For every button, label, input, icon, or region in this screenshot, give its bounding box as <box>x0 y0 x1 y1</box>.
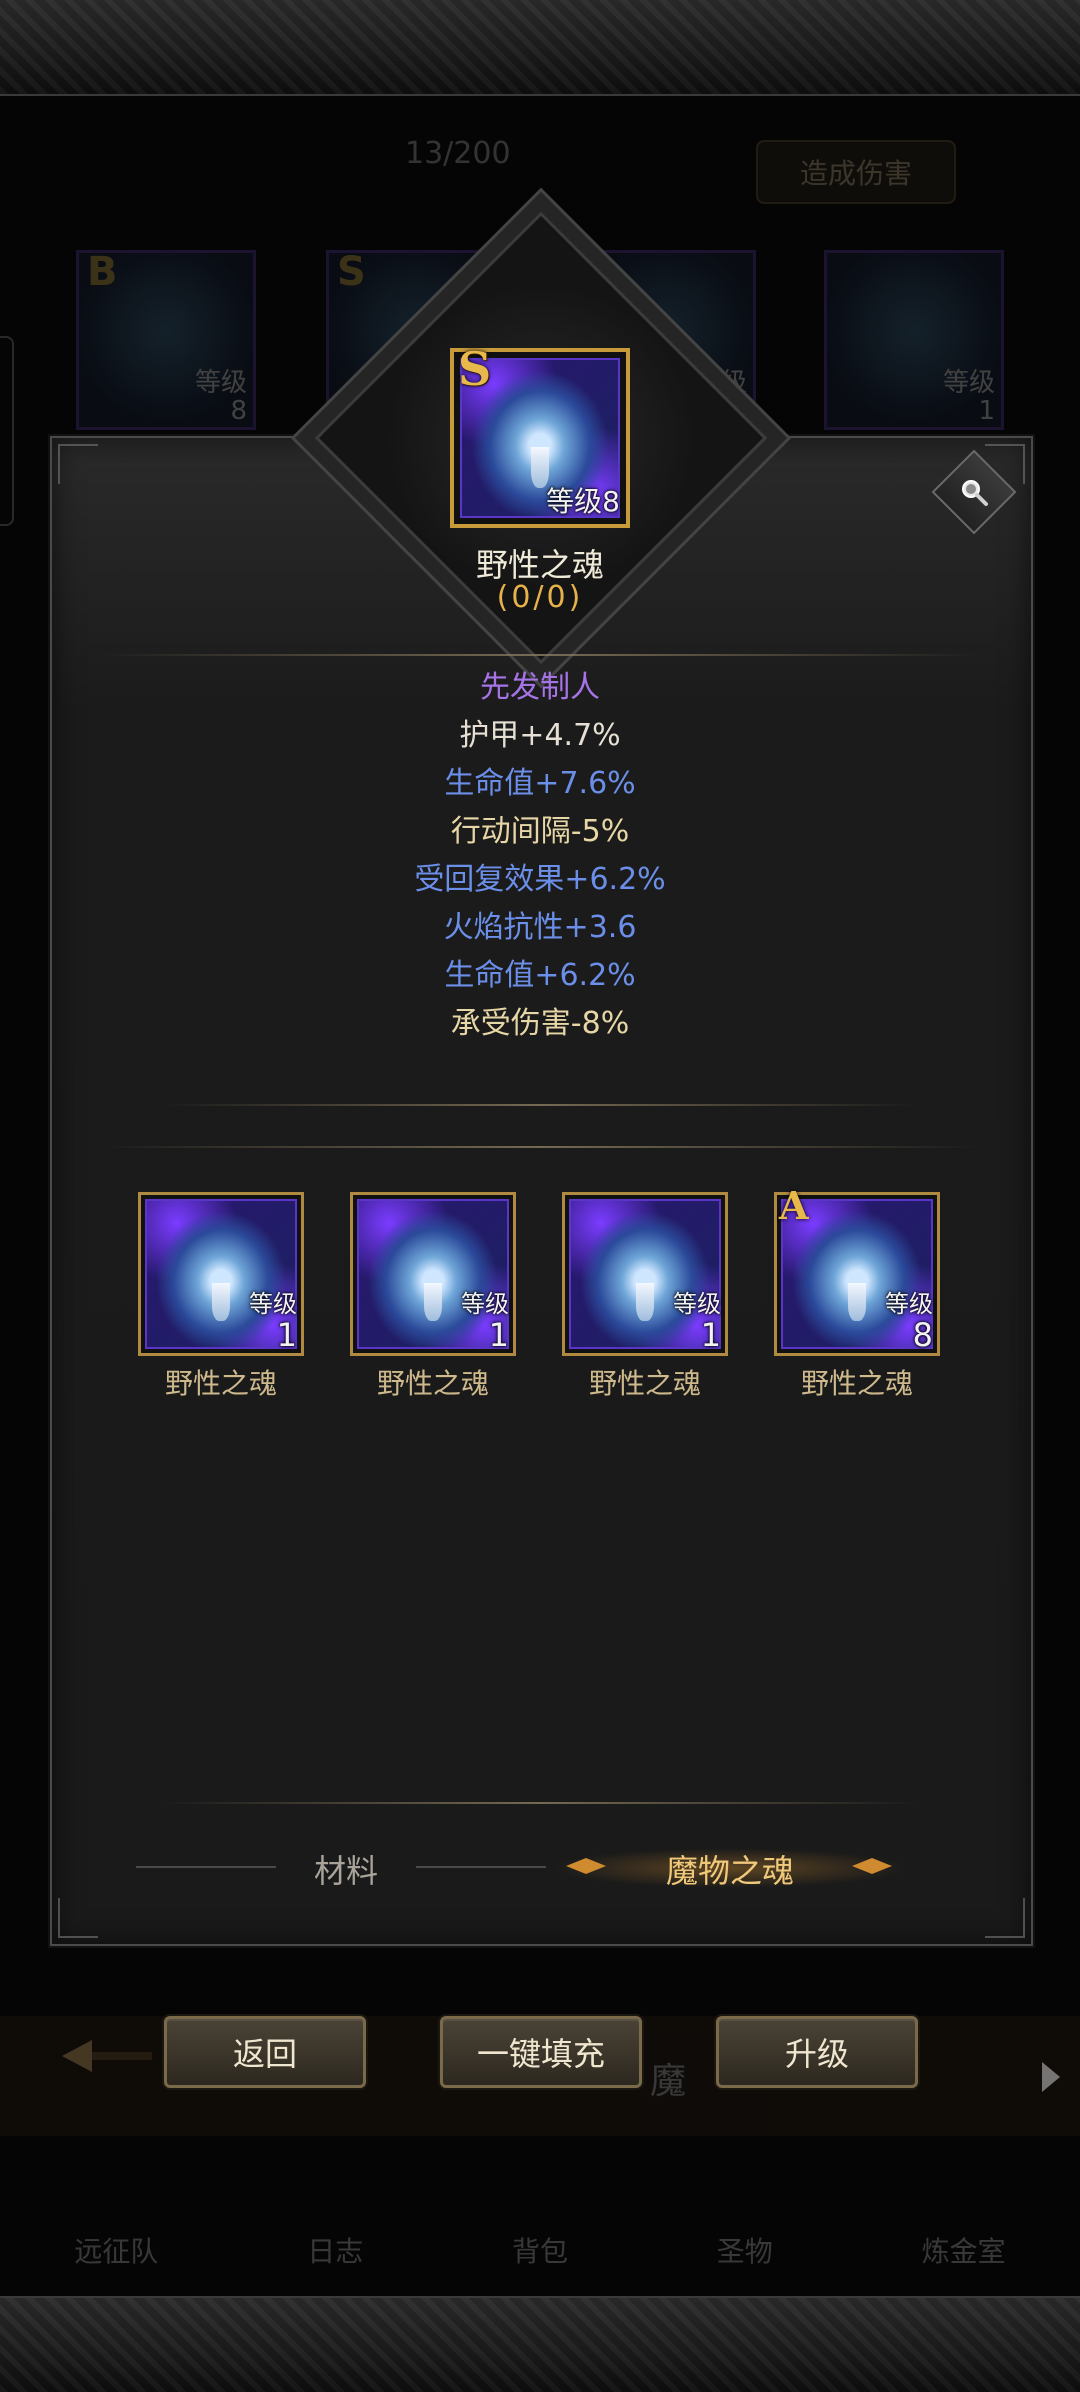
arrow-left-icon <box>62 2040 152 2072</box>
material-name: 野性之魂 <box>800 1367 913 1400</box>
stat-line: 生命值+7.6% <box>444 766 636 801</box>
material-slot[interactable]: A 等级 8 野性之魂 <box>774 1183 940 1402</box>
background-nav: 远征队 日志 背包 圣物 炼金室 <box>74 2235 1006 2268</box>
damage-button: 造成伤害 <box>756 140 956 204</box>
bottom-frame <box>0 2296 1080 2392</box>
background-counter: 13/200 <box>405 136 511 171</box>
arrow-right-icon <box>1042 2062 1060 2092</box>
tab-materials[interactable]: 材料 <box>276 1846 416 1890</box>
top-frame <box>0 0 1080 96</box>
divider <box>100 1146 980 1148</box>
hero-count: (0/0) <box>496 580 584 615</box>
material-name: 野性之魂 <box>164 1367 277 1400</box>
material-card[interactable]: A 等级 8 <box>774 1183 940 1356</box>
tab-monster-soul[interactable]: 魔物之魂 <box>560 1846 900 1890</box>
background-card: B 等级 8 <box>76 249 256 430</box>
stat-line: 火焰抗性+3.6 <box>443 910 637 945</box>
stat-line: 承受伤害-8% <box>450 1006 630 1041</box>
stat-line: 行动间隔-5% <box>450 814 630 849</box>
stat-line: 受回复效果+6.2% <box>414 862 666 897</box>
material-grade-badge: A <box>779 1183 809 1228</box>
stat-line: 先发制人 <box>480 670 600 705</box>
panel-corner <box>58 1898 98 1938</box>
material-card[interactable]: 等级 1 <box>350 1192 516 1356</box>
hero-level: 等级8 <box>546 485 620 518</box>
tab-line <box>416 1866 546 1868</box>
material-level: 等级 8 <box>885 1290 933 1354</box>
stats-list: 先发制人 护甲+4.7% 生命值+7.6% 行动间隔-5% 受回复效果+6.2%… <box>290 664 790 1048</box>
material-name: 野性之魂 <box>588 1367 701 1400</box>
material-level: 等级 1 <box>673 1290 721 1354</box>
material-card[interactable]: 等级 1 <box>562 1192 728 1356</box>
material-slot[interactable]: 等级 1 野性之魂 <box>562 1192 728 1402</box>
divider <box>160 1104 920 1106</box>
magnifier-icon <box>962 480 988 506</box>
material-name: 野性之魂 <box>376 1367 489 1400</box>
material-card[interactable]: 等级 1 <box>138 1192 304 1356</box>
upgrade-button[interactable]: 升级 <box>716 2016 918 2088</box>
panel-corner <box>985 1898 1025 1938</box>
tab-line <box>136 1866 276 1868</box>
material-level: 等级 1 <box>249 1290 297 1354</box>
hero-soul-card[interactable]: S 等级8 <box>450 342 630 528</box>
auto-fill-button[interactable]: 一键填充 <box>440 2016 642 2088</box>
stat-line: 护甲+4.7% <box>459 718 621 753</box>
divider <box>160 1802 920 1804</box>
panel-corner <box>58 444 98 484</box>
divider <box>100 654 980 656</box>
hero-grade-badge: S <box>458 342 492 396</box>
stat-line: 生命值+6.2% <box>444 958 636 993</box>
side-tab <box>0 336 14 526</box>
material-level: 等级 1 <box>461 1290 509 1354</box>
material-slot[interactable]: 等级 1 野性之魂 <box>350 1192 516 1402</box>
back-button[interactable]: 返回 <box>164 2016 366 2088</box>
material-slot[interactable]: 等级 1 野性之魂 <box>138 1192 304 1402</box>
background-card: 等级 1 <box>824 250 1004 430</box>
